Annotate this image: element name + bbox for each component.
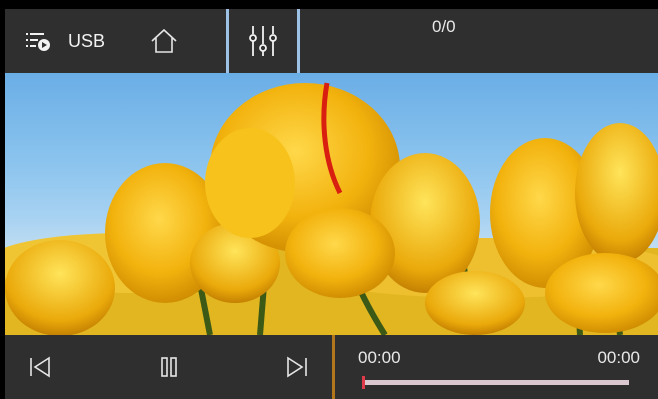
pause-icon[interactable] [156, 354, 182, 380]
equalizer-icon [249, 24, 277, 58]
equalizer-button[interactable] [229, 9, 297, 73]
source-label-usb[interactable]: USB [68, 31, 105, 52]
total-time: 00:00 [597, 348, 640, 367]
track-counter: 0/0 [432, 17, 456, 36]
top-bar-left: USB [5, 9, 226, 73]
progress-thumb[interactable] [362, 376, 365, 389]
track-info-panel: 0/0 [300, 9, 658, 73]
tulip-image [5, 82, 658, 335]
current-time: 00:00 [358, 348, 401, 367]
next-icon[interactable] [284, 354, 310, 380]
playlist-play-icon[interactable] [24, 27, 52, 55]
media-player-window: USB 0/0 00:00 00:00 [0, 0, 658, 399]
bottom-bar: 00:00 00:00 [5, 335, 658, 399]
transport-controls [5, 335, 332, 399]
top-bar: USB 0/0 [5, 9, 658, 73]
progress-slider[interactable] [362, 376, 629, 389]
progress-panel: 00:00 00:00 [335, 335, 658, 399]
home-icon[interactable] [149, 26, 179, 56]
previous-icon[interactable] [27, 354, 53, 380]
album-artwork [5, 73, 658, 335]
